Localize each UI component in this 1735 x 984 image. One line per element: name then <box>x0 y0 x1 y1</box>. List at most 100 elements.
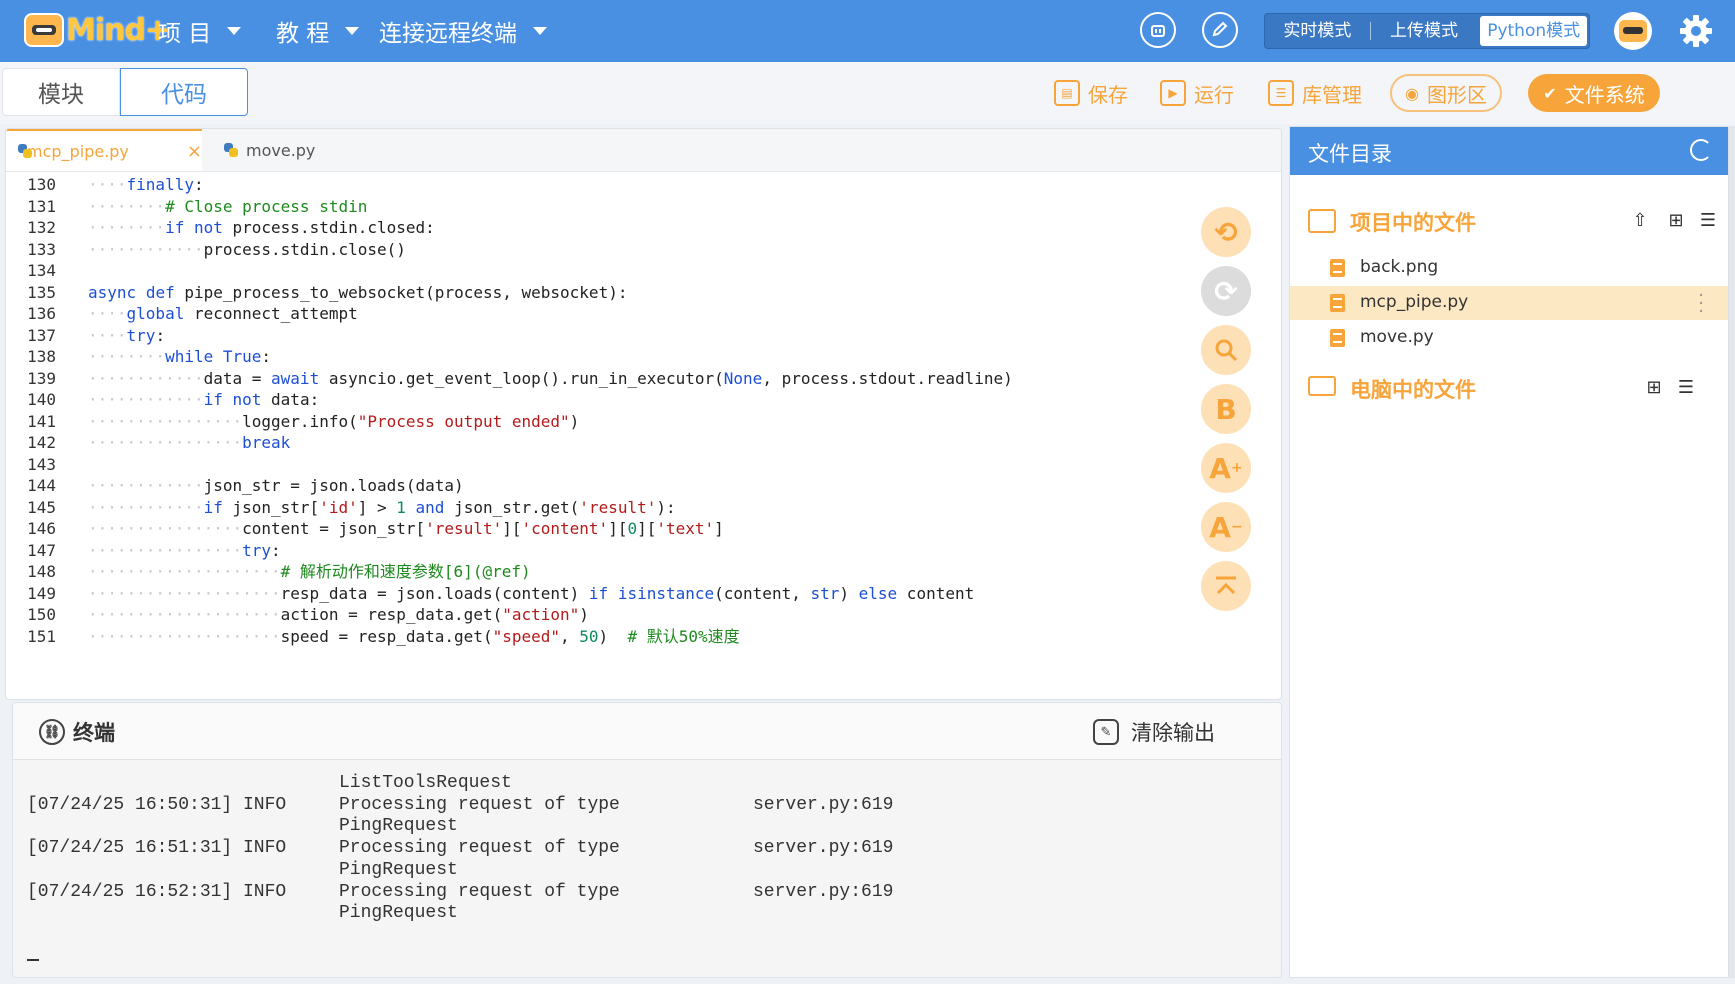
terminal-message: ListToolsRequest <box>339 773 512 793</box>
library-icon: ☰ <box>1268 80 1294 106</box>
line-code: ············data = await asyncio.get_eve… <box>88 368 1013 388</box>
terminal-message: Processing request of type <box>339 881 620 902</box>
toolbar: 模块 代码 ▤ 保存 ▶ 运行 ☰ 库管理 ◉ 图形区 ✔ 文件系统 <box>0 62 1735 124</box>
terminal-cursor <box>27 959 39 961</box>
upload-icon[interactable]: ⇧ <box>1630 211 1650 231</box>
chip-icon[interactable] <box>1140 12 1176 48</box>
nav-remote-terminal[interactable]: 连接远程终端 <box>379 14 547 48</box>
python-file-icon <box>224 143 238 157</box>
run-button[interactable]: ▶ 运行 <box>1160 76 1234 110</box>
line-number: 144 <box>27 476 56 495</box>
line-number: 140 <box>27 390 56 409</box>
save-button[interactable]: ▤ 保存 <box>1054 76 1128 110</box>
clear-output-label: 清除输出 <box>1131 721 1215 745</box>
folder-icon <box>1308 209 1336 233</box>
nav-tutorial[interactable]: 教 程 <box>276 14 360 48</box>
mode-upload[interactable]: 上传模式 <box>1371 13 1478 49</box>
line-number: 133 <box>27 239 56 259</box>
editor-file-tabs: mcp_pipe.py × move.py <box>6 129 1281 172</box>
line-number: 134 <box>27 261 56 280</box>
file-directory-panel: 文件目录 项目中的文件 ⇧ ⊞ ☰ back.png mcp_pipe.py ·… <box>1289 126 1729 978</box>
close-icon[interactable]: × <box>187 141 202 162</box>
menu-icon[interactable]: ☰ <box>1698 211 1718 231</box>
line-number: 139 <box>27 368 56 388</box>
line-number: 143 <box>27 454 56 474</box>
clear-output-button[interactable]: ✎ 清除输出 <box>1093 717 1215 747</box>
save-icon: ▤ <box>1054 80 1080 106</box>
terminal-message: Processing request of type <box>339 838 620 859</box>
project-files-title: 项目中的文件 <box>1350 211 1476 235</box>
line-number: 141 <box>27 411 56 431</box>
line-number: 147 <box>27 540 56 560</box>
gear-icon[interactable] <box>1677 12 1715 50</box>
mode-switcher: 实时模式 上传模式 Python模式 <box>1264 13 1590 49</box>
line-code: ················try: <box>88 540 281 560</box>
search-icon[interactable] <box>1201 325 1251 375</box>
link-icon: ⛓ <box>39 719 65 745</box>
menu-icon[interactable]: ☰ <box>1676 378 1696 398</box>
undo-icon[interactable]: ⟲ <box>1201 207 1251 257</box>
file-system-label: 文件系统 <box>1564 82 1645 107</box>
nav-project-label: 项 目 <box>158 21 212 47</box>
font-increase-icon[interactable]: A + <box>1201 443 1251 493</box>
terminal-title-label: 终端 <box>73 721 115 745</box>
scroll-top-icon[interactable] <box>1201 561 1251 611</box>
file-item-back-png[interactable]: back.png <box>1290 251 1728 285</box>
terminal-message: Processing request of type <box>339 794 620 815</box>
bold-icon[interactable]: B <box>1201 384 1251 434</box>
tab-code[interactable]: 代码 <box>120 68 248 116</box>
more-options-icon[interactable]: · · · <box>1698 287 1704 321</box>
page-scrollbar[interactable] <box>1729 126 1735 978</box>
line-code: ····················# 解析动作和速度参数[6](@ref) <box>88 562 531 581</box>
line-number: 145 <box>27 497 56 517</box>
code-area[interactable]: 130 ····finally: 131 ········# Close proces… <box>6 171 1281 699</box>
file-item-mcp-pipe[interactable]: mcp_pipe.py · · · <box>1290 286 1728 321</box>
graphics-area-button[interactable]: ◉ 图形区 <box>1390 74 1502 112</box>
line-number: 148 <box>27 562 56 581</box>
file-item-move-py[interactable]: move.py <box>1290 321 1728 355</box>
new-file-icon[interactable]: ⊞ <box>1666 211 1686 231</box>
refresh-icon[interactable] <box>1690 139 1712 161</box>
code-editor: mcp_pipe.py × move.py 130 ····finally: 131… <box>5 128 1282 700</box>
line-number: 146 <box>27 519 56 538</box>
run-label: 运行 <box>1194 82 1234 107</box>
play-icon: ▶ <box>1160 80 1186 106</box>
terminal-timestamp: [07/24/25 16:52:31] <box>27 881 233 902</box>
font-decrease-icon[interactable]: A − <box>1201 502 1251 552</box>
file-name: back.png <box>1360 257 1439 277</box>
broom-icon: ✎ <box>1093 719 1119 745</box>
line-number: 149 <box>27 583 56 603</box>
line-number: 151 <box>27 626 56 646</box>
nav-project[interactable]: 项 目 <box>158 14 242 48</box>
tab-blocks[interactable]: 模块 <box>2 68 120 116</box>
file-tab-label: move.py <box>246 140 316 160</box>
library-manager-button[interactable]: ☰ 库管理 <box>1268 76 1362 110</box>
new-file-icon[interactable]: ⊞ <box>1644 378 1664 398</box>
terminal-source: server.py:619 <box>753 838 894 859</box>
line-code: ····················resp_data = json.loa… <box>88 583 975 603</box>
edit-icon[interactable] <box>1202 12 1238 48</box>
terminal-panel: ⛓ 终端 ✎ 清除输出 ListToolsRequest [07/24/25 16… <box>12 702 1282 978</box>
mind-plus-logo[interactable]: Mind+ <box>24 8 170 52</box>
file-name: mcp_pipe.py <box>1360 292 1469 312</box>
file-system-button[interactable]: ✔ 文件系统 <box>1528 74 1660 112</box>
redo-icon[interactable]: ⟳ <box>1201 266 1251 316</box>
terminal-message: PingRequest <box>339 859 458 880</box>
line-code: ················break <box>88 433 291 452</box>
file-tab-mcp-pipe[interactable]: mcp_pipe.py × <box>6 129 202 171</box>
chevron-down-icon <box>227 27 242 35</box>
mode-realtime[interactable]: 实时模式 <box>1264 13 1371 49</box>
terminal-timestamp: [07/24/25 16:51:31] <box>27 838 233 859</box>
line-number: 135 <box>27 282 56 302</box>
terminal-header: ⛓ 终端 ✎ 清除输出 <box>13 703 1281 760</box>
file-tab-move[interactable]: move.py <box>224 129 315 171</box>
mode-python[interactable]: Python模式 <box>1480 16 1588 46</box>
line-code: ········while True: <box>88 347 272 366</box>
terminal-message: PingRequest <box>339 816 458 837</box>
file-directory-title: 文件目录 <box>1308 142 1392 166</box>
line-number: 142 <box>27 433 56 452</box>
terminal-output[interactable]: ListToolsRequest [07/24/25 16:50:31] INFO P… <box>13 759 1263 977</box>
line-code: ····finally: <box>88 175 204 194</box>
avatar[interactable] <box>1614 12 1652 50</box>
terminal-title: ⛓ 终端 <box>39 717 115 747</box>
